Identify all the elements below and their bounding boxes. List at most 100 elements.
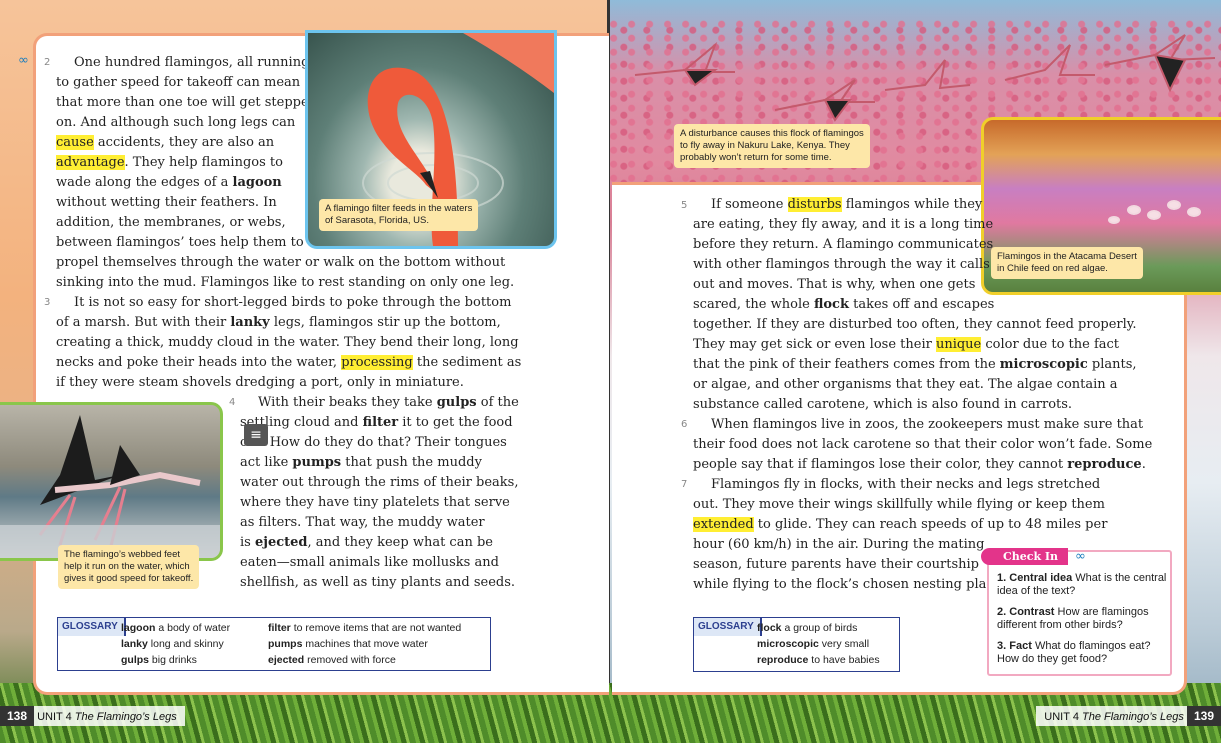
body-line: hour (60 km/h) in the air. During the ma… (693, 537, 985, 552)
glossary-entry: flock a group of birds (757, 622, 858, 634)
body-line: extended to glide. They can reach speeds… (693, 517, 1108, 532)
body-line: if they were steam shovels dredging a po… (56, 375, 464, 390)
highlighted-word[interactable]: processing (341, 355, 413, 370)
glossary-entry: filter to remove items that are not want… (268, 622, 462, 634)
highlighted-word[interactable]: unique (935, 337, 982, 352)
body-line: cause accidents, they are also an (56, 135, 275, 150)
body-line: sinking into the mud. Flamingos like to … (56, 275, 515, 290)
body-line: while flying to the flock’s chosen nesti… (693, 577, 1006, 592)
page-number: 138 (0, 706, 35, 726)
photo-caption: A flamingo filter feeds in the waters of… (319, 199, 479, 231)
body-line: act like pumps that push the muddy (240, 455, 482, 470)
body-line: that the pink of their feathers comes fr… (693, 357, 1137, 372)
photo-caption: A disturbance causes this flock of flami… (674, 124, 870, 168)
body-line: together. If they are disturbed too ofte… (693, 317, 1137, 332)
paragraph-number: 7 (681, 479, 688, 490)
body-line: They may get sick or even lose their uni… (693, 337, 1120, 352)
unit-label: UNIT 4 (1044, 711, 1079, 723)
body-line: eaten—small animals like mollusks and (240, 555, 499, 570)
body-line: settling cloud and filter it to get the … (240, 415, 513, 430)
body-line: of a marsh. But with their lanky legs, f… (56, 315, 501, 330)
glossary-entry: gulps big drinks (121, 654, 197, 666)
body-line: shellfish, as well as tiny plants and se… (240, 575, 516, 590)
body-line: necks and poke their heads into the wate… (56, 355, 522, 370)
glossary-entry: reproduce to have babies (757, 654, 880, 666)
body-line: When flamingos live in zoos, the zookeep… (711, 417, 1144, 432)
highlighted-word[interactable]: extended (693, 517, 754, 532)
body-line: One hundred flamingos, all running (74, 55, 310, 70)
body-line: or algae, and other organisms that they … (693, 377, 1118, 392)
body-line: without wetting their feathers. In (56, 195, 277, 210)
body-line: Flamingos fly in flocks, with their neck… (711, 477, 1101, 492)
body-line: If someone disturbs flamingos while they (711, 197, 983, 212)
glossary-label: GLOSSARY (694, 618, 762, 636)
glossary-term: gulps (436, 395, 477, 410)
body-line: season, future parents have their courts… (693, 557, 979, 572)
note-icon[interactable]: ≡ (244, 424, 268, 446)
body-line: out and moves. That is why, when one get… (693, 277, 976, 292)
glossary-term: microscopic (999, 357, 1088, 372)
highlighted-word[interactable]: cause (56, 135, 94, 150)
photo-caption: Flamingos in the Atacama Desert in Chile… (991, 247, 1143, 279)
glossary-term: lanky (230, 315, 270, 330)
glossary-term: flock (813, 297, 849, 312)
body-line: out. How do they do that? Their tongues (240, 435, 507, 450)
textbook-spread: ∞ 2 One hundred flamingos, all running t… (0, 0, 1221, 743)
glossary-entry: pumps machines that move water (268, 638, 428, 650)
body-line: scared, the whole flock takes off and es… (693, 297, 995, 312)
linked-content-icon[interactable]: ∞ (18, 53, 29, 68)
body-line: as filters. That way, the muddy water (240, 515, 485, 530)
body-line: between flamingos’ toes help them to (56, 235, 304, 250)
body-line: with other flamingos through the way it … (693, 257, 990, 272)
glossary-term: reproduce (1067, 457, 1142, 472)
body-line: water out through the rims of their beak… (240, 475, 519, 490)
story-title: The Flamingo’s Legs (1082, 711, 1184, 723)
body-line: on. And although such long legs can (56, 115, 296, 130)
glossary-entry: lagoon a body of water (121, 622, 231, 634)
paragraph-number: 6 (681, 419, 688, 430)
body-line: propel themselves through the water or w… (56, 255, 506, 270)
glossary-entry: ejected removed with force (268, 654, 396, 666)
body-line: their food does not lack carotene so tha… (693, 437, 1153, 452)
left-footer: 138 UNIT 4 The Flamingo’s Legs (0, 706, 185, 726)
glossary-entry: microscopic very small (757, 638, 870, 650)
paragraph-number: 3 (44, 297, 51, 308)
glossary-entry: lanky long and skinny (121, 638, 224, 650)
paragraph-number: 2 (44, 57, 51, 68)
glossary-term: lagoon (232, 175, 282, 190)
right-footer: UNIT 4 The Flamingo’s Legs 139 (1036, 706, 1221, 726)
glossary-term: ejected (254, 535, 308, 550)
body-line: before they return. A flamingo communica… (693, 237, 994, 252)
check-in-question[interactable]: 1. Central idea What is the central idea… (997, 572, 1167, 598)
highlighted-word[interactable]: advantage (56, 155, 125, 170)
page-number: 139 (1186, 706, 1221, 726)
highlighted-word[interactable]: disturbs (787, 197, 842, 212)
check-in-box: Check In ∞ 1. Central idea What is the c… (981, 548, 1172, 676)
body-line: With their beaks they take gulps of the (258, 395, 519, 410)
body-line: to gather speed for takeoff can mean (56, 75, 301, 90)
story-title: The Flamingo’s Legs (74, 711, 177, 723)
body-line: out. They move their wings skillfully wh… (693, 497, 1105, 512)
body-line: where they have tiny platelets that serv… (240, 495, 510, 510)
check-in-question[interactable]: 2. Contrast How are flamingos different … (997, 606, 1167, 632)
paragraph-number: 5 (681, 200, 688, 211)
glossary-box: GLOSSARY flock a group of birds microsco… (693, 617, 900, 672)
check-in-title: Check In (981, 548, 1069, 565)
body-line: advantage. They help flamingos to (56, 155, 283, 170)
body-line: substance called carotene, which is also… (693, 397, 1073, 412)
check-in-question[interactable]: 3. Fact What do flamingos eat? How do th… (997, 640, 1167, 666)
glossary-label: GLOSSARY (58, 618, 126, 636)
photo-caption: The flamingo’s webbed feet help it run o… (58, 545, 200, 589)
body-line: are eating, they fly away, and it is a l… (693, 217, 994, 232)
glossary-box: GLOSSARY lagoon a body of water lanky lo… (57, 617, 491, 671)
body-line: that more than one toe will get stepped (56, 95, 318, 110)
body-line: is ejected, and they keep what can be (240, 535, 493, 550)
body-line: addition, the membranes, or webs, (56, 215, 286, 230)
paragraph-number: 4 (229, 397, 236, 408)
unit-label: UNIT 4 (37, 711, 72, 723)
body-line: creating a thick, muddy cloud in the wat… (56, 335, 519, 350)
linked-content-icon[interactable]: ∞ (1075, 550, 1086, 563)
body-line: It is not so easy for short-legged birds… (74, 295, 512, 310)
running-flamingos-photo (0, 402, 223, 561)
body-line: people say that if flamingos lose their … (693, 457, 1146, 472)
